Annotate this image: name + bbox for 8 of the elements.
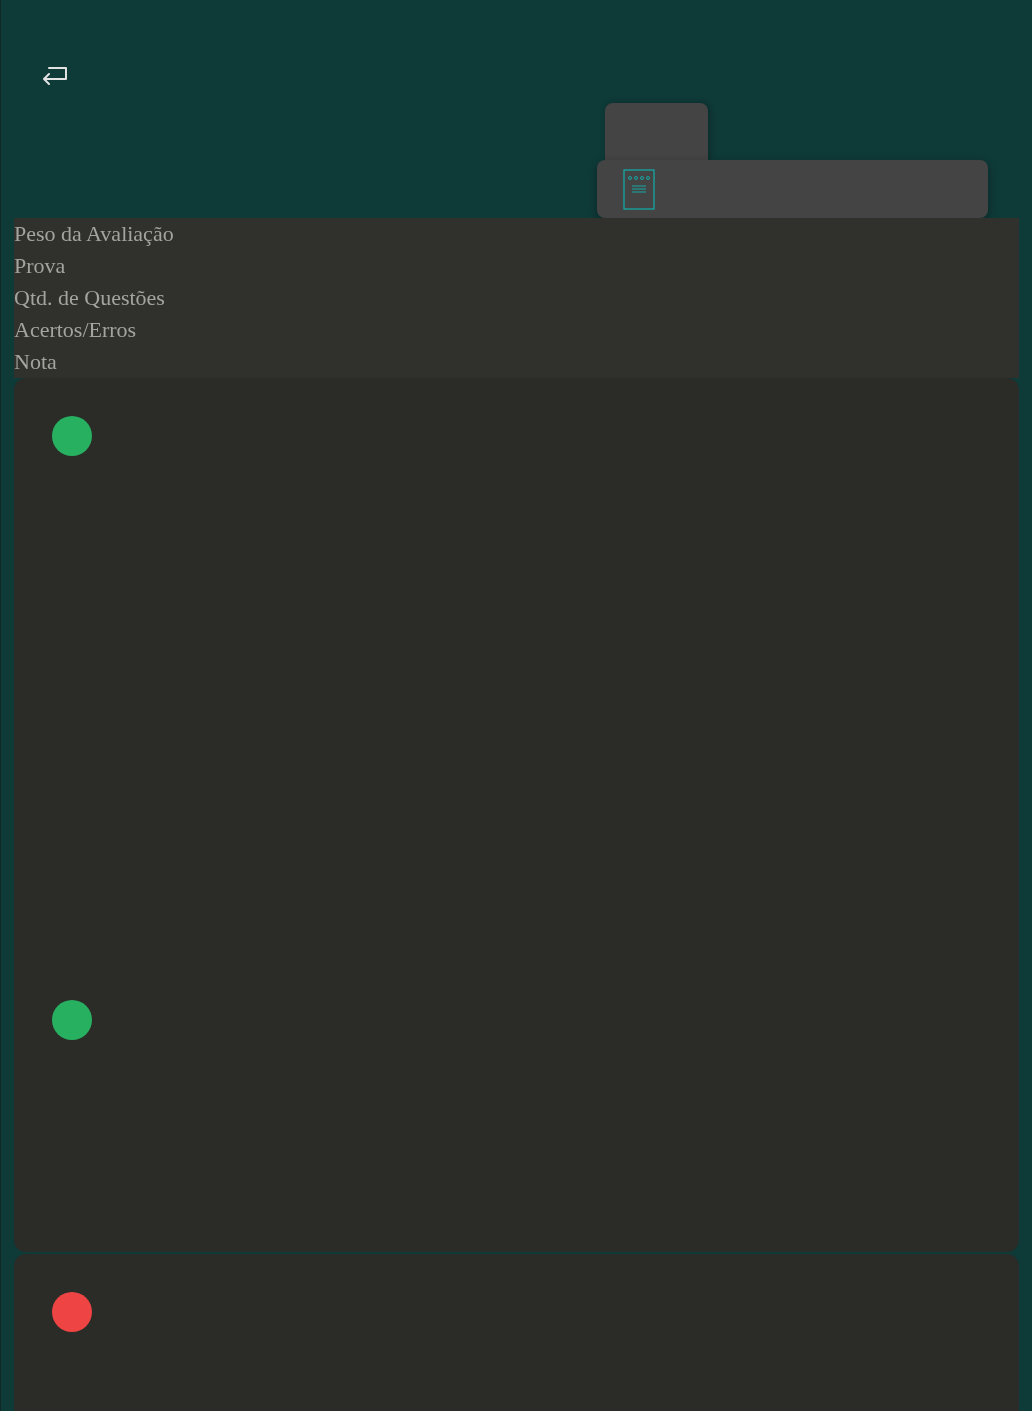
column-label: Peso da Avaliação — [14, 220, 174, 248]
column-label: Qtd. de Questões — [14, 284, 165, 312]
column-label: Prova — [14, 252, 66, 280]
column-label: Nota — [14, 348, 57, 376]
return-arrow-icon — [41, 65, 69, 85]
back-button[interactable] — [40, 64, 70, 86]
notebook-icon[interactable] — [623, 168, 655, 210]
column-label: Acertos/Erros — [14, 316, 137, 344]
